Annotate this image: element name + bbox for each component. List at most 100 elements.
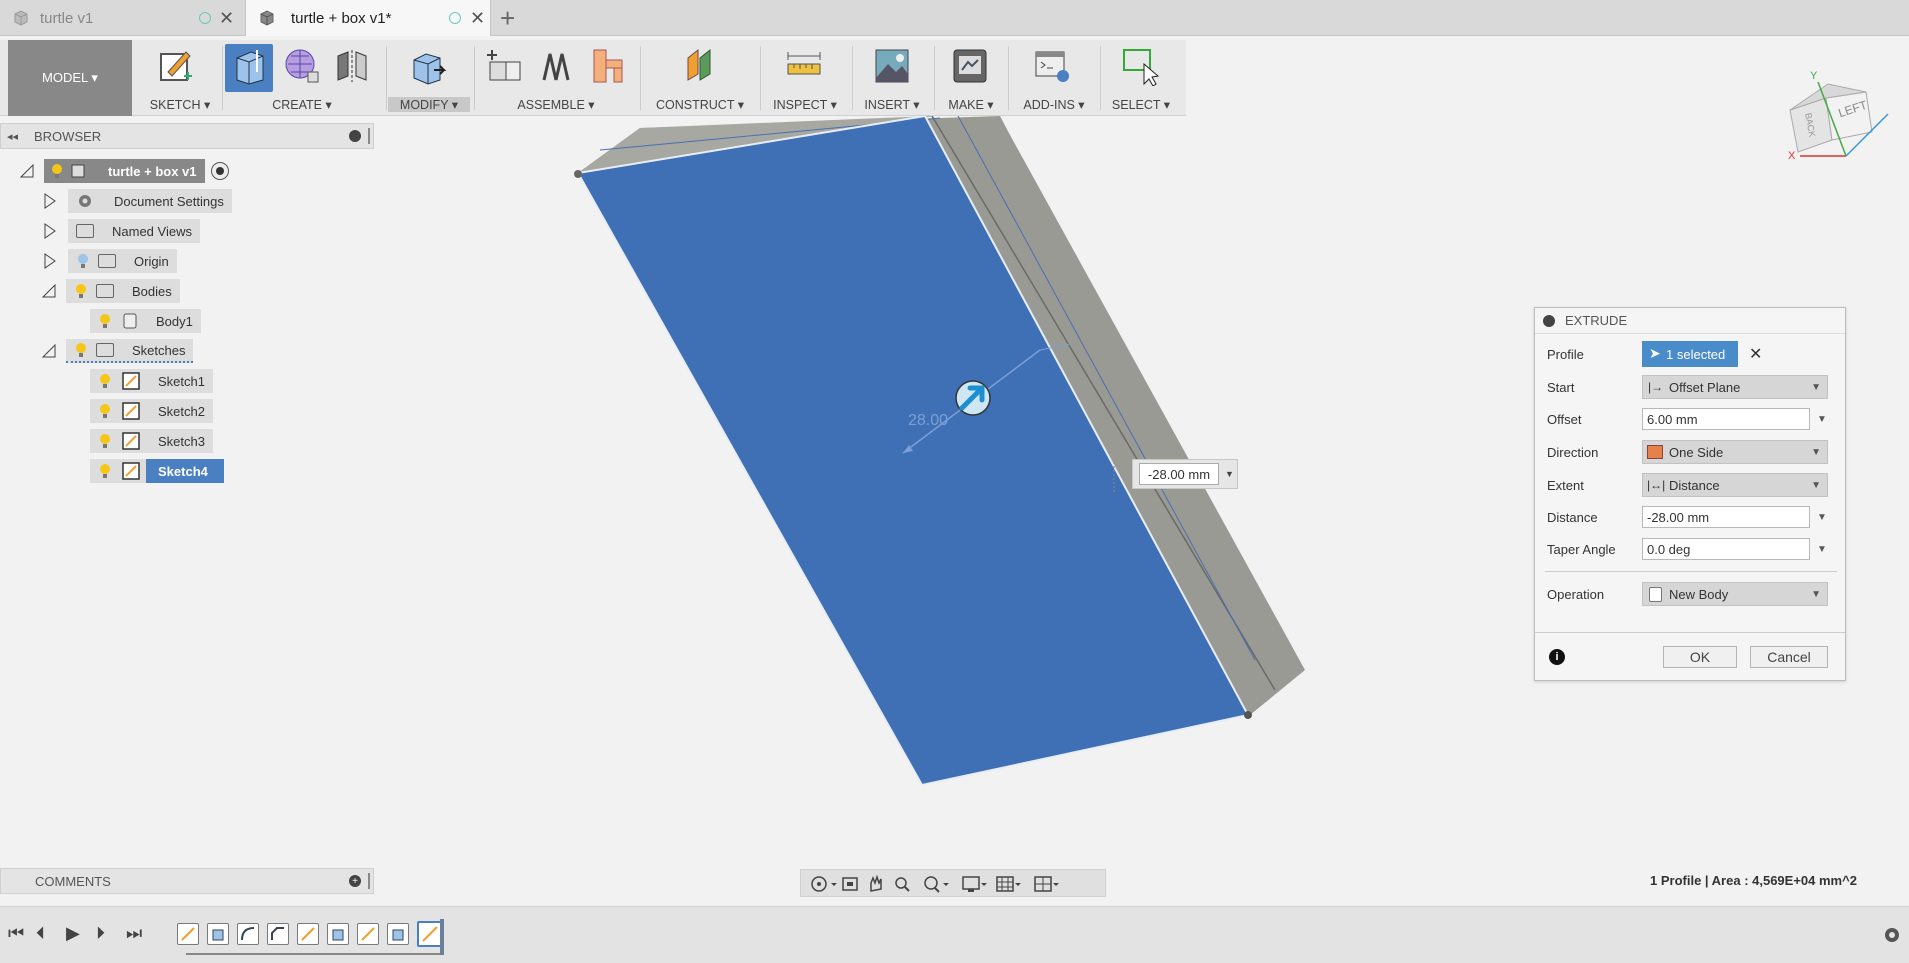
tree-row-sketch4[interactable]: Sketch4 [90,459,224,483]
chevron-down-icon[interactable]: ▼ [1817,544,1827,555]
tree-row-sketch1[interactable]: Sketch1 [90,369,213,393]
tree-root-row[interactable]: turtle + box v1 [20,159,229,183]
browser-minimize-icon[interactable] [349,130,361,142]
lightbulb-icon[interactable] [50,163,64,179]
lightbulb-icon[interactable] [74,342,88,358]
chevron-down-icon[interactable] [831,883,837,886]
panel-grip-icon[interactable] [368,128,370,144]
lightbulb-off-icon[interactable] [76,253,90,269]
lightbulb-icon[interactable] [98,373,112,389]
collapsed-triangle-icon[interactable] [44,223,56,239]
timeline-sketch-feature[interactable] [297,923,319,945]
sketch2-node[interactable]: Sketch2 [90,399,213,423]
distance-dimension-input[interactable]: -28.00 mm ▼ [1132,459,1238,489]
chevron-down-icon[interactable] [1015,883,1021,886]
step-back-icon[interactable]: ⏴ [36,923,45,944]
lightbulb-icon[interactable] [98,463,112,479]
collapsed-triangle-icon[interactable] [44,193,56,209]
chevron-down-icon[interactable] [981,883,987,886]
sketch3-node[interactable]: Sketch3 [90,429,213,453]
tree-row-document-settings[interactable]: Document Settings [44,189,232,213]
tree-row-named-views[interactable]: Named Views [44,219,200,243]
timeline-marker[interactable] [440,919,444,955]
sketches-node[interactable]: Sketches [66,339,194,363]
direction-dropdown[interactable]: One Side ▼ [1642,440,1828,464]
activate-radio-icon[interactable] [210,162,229,180]
modify-group[interactable]: MODIFY ▾ [388,40,470,116]
timeline-chamfer-feature[interactable] [267,923,289,945]
viewports-icon[interactable] [1034,876,1052,892]
tab-turtle-box-v1[interactable]: turtle + box v1* ✕ [245,0,491,36]
pan-hand-icon[interactable] [870,874,882,892]
inspect-group[interactable]: INSPECT ▾ [762,40,848,116]
panel-grip-icon[interactable] [368,873,370,889]
chevron-down-icon[interactable]: ▼ [1225,469,1234,479]
chevron-down-icon[interactable]: ▼ [1817,414,1827,425]
go-to-end-icon[interactable]: ⏭ [126,923,142,944]
add-comment-icon[interactable]: + [349,875,361,887]
tree-row-sketch3[interactable]: Sketch3 [90,429,213,453]
info-icon[interactable]: i [1549,649,1565,665]
timeline-sketch-feature[interactable] [177,923,199,945]
close-tab-icon[interactable]: ✕ [470,8,485,29]
sketch1-node[interactable]: Sketch1 [90,369,213,393]
start-dropdown[interactable]: |→ Offset Plane ▼ [1642,375,1828,399]
chevron-down-icon[interactable] [943,883,949,886]
insert-group[interactable]: INSERT ▾ [854,40,930,116]
sketch-group[interactable]: SKETCH ▾ [140,40,220,116]
collapsed-triangle-icon[interactable] [44,253,56,269]
tree-row-bodies[interactable]: Bodies [42,279,180,303]
tree-row-origin[interactable]: Origin [44,249,177,273]
ok-button[interactable]: OK [1663,646,1737,668]
body1-node[interactable]: Body1 [90,309,201,333]
expanded-triangle-icon[interactable] [20,164,34,178]
assemble-group[interactable]: ASSEMBLE ▾ [476,40,636,116]
expanded-triangle-icon[interactable] [42,344,56,358]
timeline-extrude-feature[interactable] [207,923,229,945]
vertex-point[interactable] [1244,711,1252,719]
origin-node[interactable]: Origin [68,249,177,273]
grid-snap-icon[interactable] [996,876,1014,892]
new-tab-button[interactable]: + [500,3,515,34]
named-views-node[interactable]: Named Views [68,219,200,243]
play-icon[interactable]: ▶ [66,923,80,944]
chevron-down-icon[interactable] [1053,883,1059,886]
timeline-extrude-feature[interactable] [327,923,349,945]
chevron-down-icon[interactable]: ▼ [1817,512,1827,523]
timeline-fillet-feature[interactable] [237,923,259,945]
document-settings-node[interactable]: Document Settings [68,189,232,213]
workspace-switcher[interactable]: MODEL ▾ [8,40,132,116]
step-forward-icon[interactable]: ⏵ [96,923,105,944]
collapse-panel-icon[interactable]: ◂◂ [7,130,18,143]
timeline-sketch-feature[interactable] [357,923,379,945]
bodies-node[interactable]: Bodies [66,279,180,303]
extent-dropdown[interactable]: |↔| Distance ▼ [1642,473,1828,497]
select-group[interactable]: SELECT ▾ [1102,40,1180,116]
zoom-icon[interactable] [895,877,910,892]
timeline-extrude-feature[interactable] [387,923,409,945]
tree-root-node[interactable]: turtle + box v1 [44,159,205,183]
look-at-icon[interactable] [842,877,858,891]
operation-dropdown[interactable]: New Body ▼ [1642,582,1828,606]
view-cube[interactable]: LEFT BACK Y X [1770,68,1900,168]
expanded-triangle-icon[interactable] [42,284,56,298]
profile-selection-button[interactable]: ➤ 1 selected [1642,341,1738,367]
fit-zoom-icon[interactable] [924,876,940,893]
comments-panel-header[interactable]: COMMENTS + [0,868,374,894]
taper-angle-input[interactable]: 0.0 deg [1642,538,1810,560]
lightbulb-icon[interactable] [98,403,112,419]
orbit-icon[interactable] [811,876,827,892]
sketch4-node[interactable]: Sketch4 [90,459,224,483]
display-settings-icon[interactable] [962,876,980,892]
create-group[interactable]: CREATE ▾ [224,40,380,116]
offset-input[interactable]: 6.00 mm [1642,408,1810,430]
lightbulb-icon[interactable] [98,313,112,329]
tree-row-sketches[interactable]: Sketches [42,339,194,363]
close-tab-icon[interactable]: ✕ [219,8,234,29]
construct-group[interactable]: CONSTRUCT ▾ [642,40,758,116]
dialog-collapse-icon[interactable] [1543,314,1555,327]
lightbulb-icon[interactable] [74,283,88,299]
tree-row-body1[interactable]: Body1 [90,309,201,333]
vertex-point[interactable] [574,170,582,178]
distance-dimension-value[interactable]: -28.00 mm [1139,463,1219,485]
